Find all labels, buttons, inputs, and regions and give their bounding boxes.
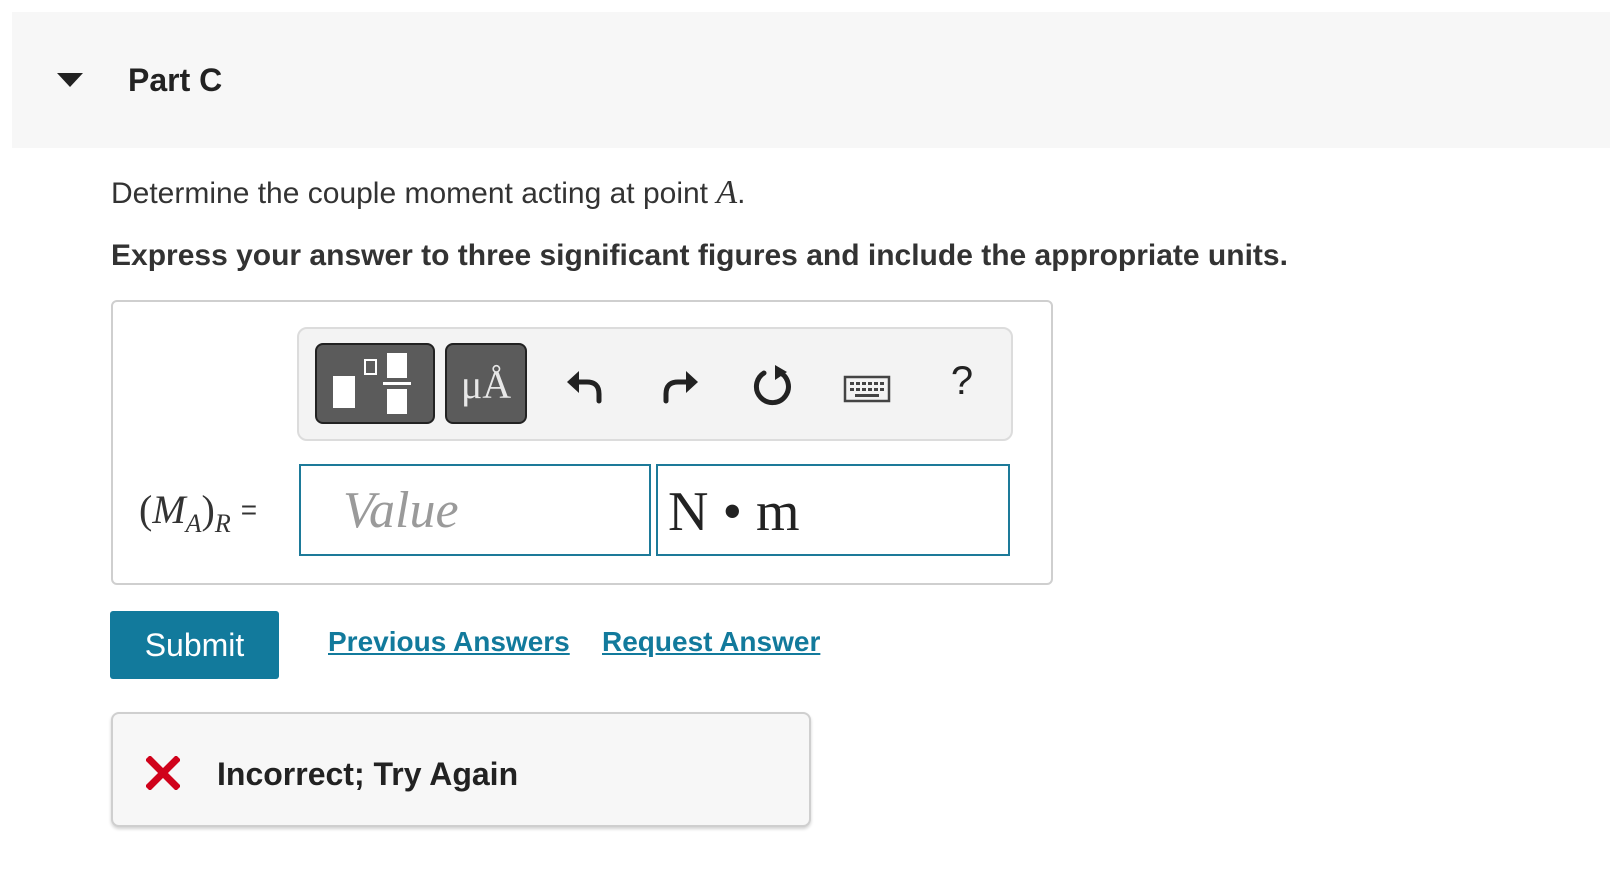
label-open-paren: ( [139,487,153,532]
part-header: Part C [12,12,1610,148]
feedback-box: Incorrect; Try Again [111,712,811,827]
templates-button[interactable] [315,343,435,424]
question-body: Determine the couple moment acting at po… [111,177,717,210]
question-period: . [737,177,746,210]
units-button-label: μÅ [460,362,512,407]
math-toolbar: μÅ ? [297,327,1013,441]
keyboard-button[interactable] [843,373,891,405]
units-value: N • m [668,481,800,543]
part-title: Part C [128,62,223,98]
units-button[interactable]: μÅ [445,343,527,424]
undo-icon [567,371,602,404]
label-subscript-2: R [214,509,231,538]
feedback-text: Incorrect; Try Again [217,756,519,792]
question-variable: A [716,174,738,211]
collapse-caret-icon[interactable] [57,73,83,87]
answer-label: (MA)R = [139,486,257,539]
question-text: Determine the couple moment acting at po… [111,174,745,212]
keyboard-icon [843,375,891,403]
redo-button[interactable] [660,363,700,407]
label-subscript: A [185,509,202,538]
request-answer-link[interactable]: Request Answer [602,626,820,658]
units-input[interactable]: N • m [656,464,1010,556]
label-close-paren: ) [201,487,215,532]
undo-button[interactable] [565,363,605,407]
help-button[interactable]: ? [947,359,977,409]
redo-icon [663,371,698,404]
label-variable: M [152,487,186,532]
label-equals: = [240,494,258,525]
x-icon [146,756,180,790]
fraction-templates-icon [333,353,411,414]
help-label: ? [950,359,974,403]
submit-button[interactable]: Submit [110,611,279,679]
value-input[interactable] [299,464,651,556]
reset-button[interactable] [751,363,795,409]
instruction-text: Express your answer to three significant… [111,239,1288,272]
reset-icon [753,365,791,406]
previous-answers-link[interactable]: Previous Answers [328,626,570,658]
